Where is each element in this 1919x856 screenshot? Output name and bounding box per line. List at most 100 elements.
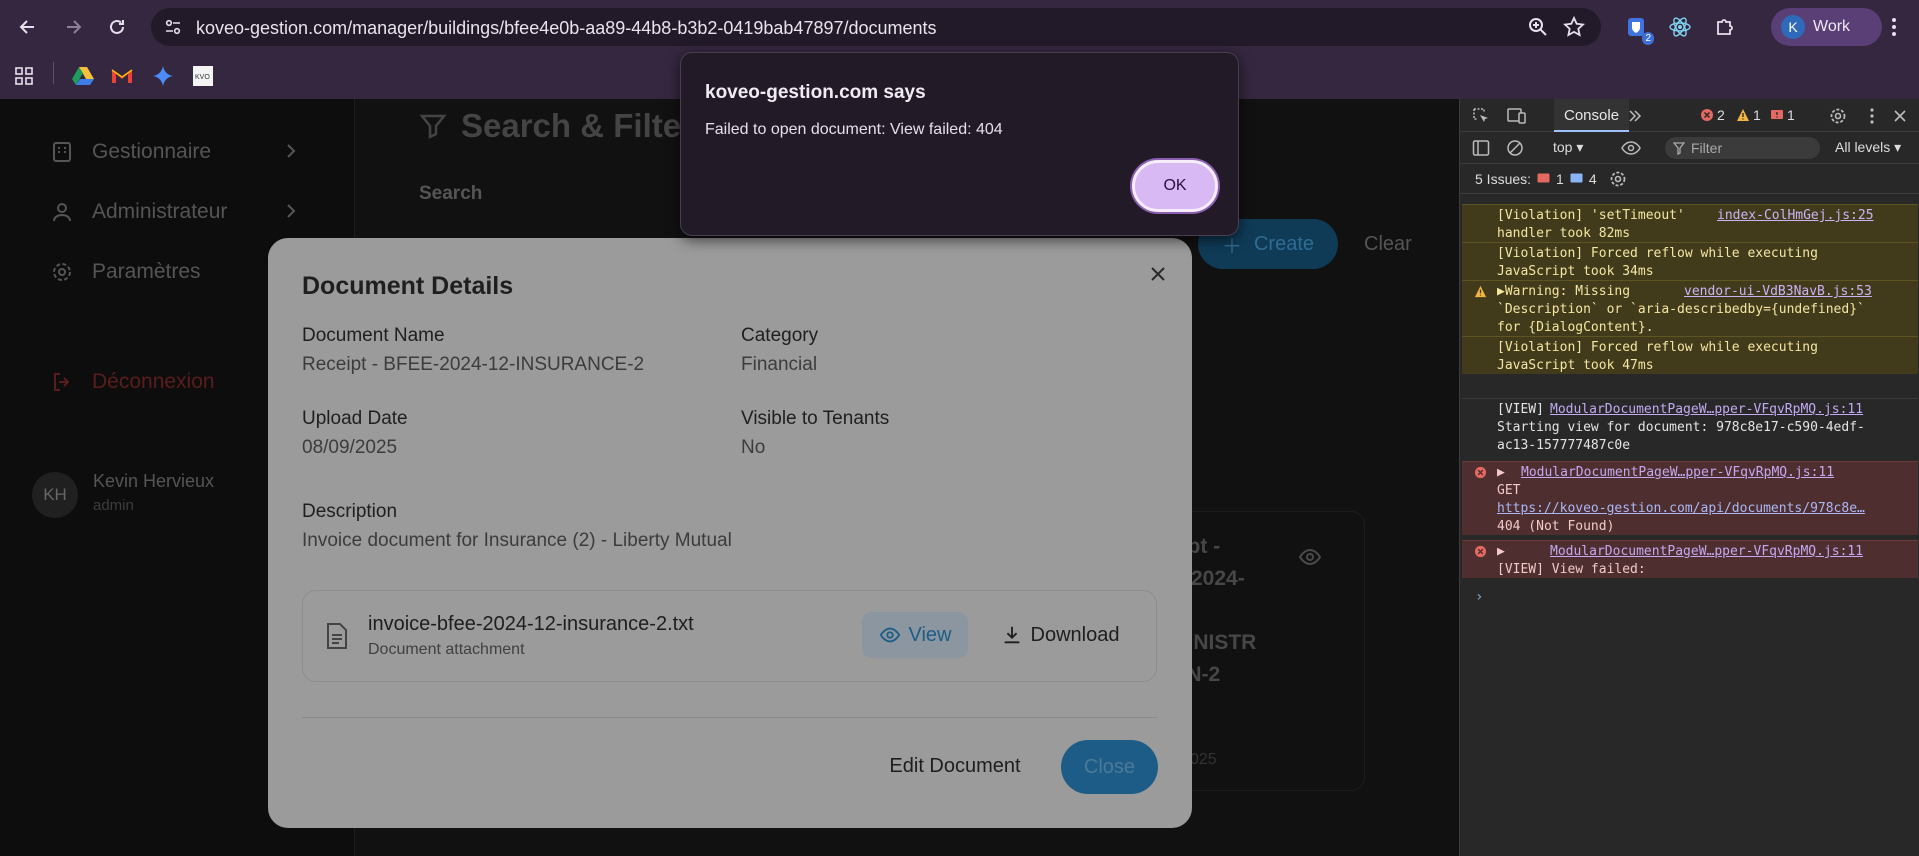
alert-title: koveo-gestion.com says <box>705 82 926 103</box>
koveo-bookmark-icon[interactable]: KVO <box>190 63 216 89</box>
issues-summary[interactable]: 5 Issues: 1 4 <box>1475 171 1597 187</box>
settings-gear-icon[interactable] <box>1827 105 1849 127</box>
edit-document-button[interactable]: Edit Document <box>880 740 1030 792</box>
issues-settings-gear-icon[interactable] <box>1607 168 1629 190</box>
sidebar-item-label: Administrateur <box>92 200 228 223</box>
close-button[interactable]: Close <box>1061 740 1158 794</box>
avatar[interactable]: KH <box>32 472 78 518</box>
issues-info-count: 4 <box>1588 171 1597 187</box>
user-role: admin <box>93 497 134 514</box>
logout-label: Déconnexion <box>92 370 215 393</box>
back-icon[interactable] <box>13 12 43 42</box>
console-prompt-icon[interactable]: › <box>1475 589 1483 605</box>
sidebar-item-administrateur[interactable]: Administrateur <box>50 197 296 227</box>
console-message[interactable]: [Violation] 'setTimeout' handler took 82… <box>1462 204 1918 242</box>
apps-grid-icon[interactable] <box>11 63 37 89</box>
zoom-icon[interactable] <box>1527 16 1549 43</box>
category-label: Category <box>741 325 819 346</box>
address-bar[interactable]: koveo-gestion.com/manager/buildings/bfee… <box>151 8 1601 46</box>
attachment-file-name: invoice-bfee-2024-12-insurance-2.txt <box>368 613 694 635</box>
download-label: Download <box>1030 623 1120 646</box>
context-selector[interactable]: top ▾ <box>1553 139 1583 156</box>
filter-icon <box>1673 142 1685 155</box>
issues-label: 5 Issues: <box>1475 171 1532 187</box>
eye-icon <box>879 627 900 643</box>
console-filter-input[interactable]: Filter <box>1665 137 1820 159</box>
ok-button[interactable]: OK <box>1132 160 1218 212</box>
site-info-icon[interactable] <box>161 15 185 39</box>
warning-icon <box>1474 285 1487 298</box>
document-name-label: Document Name <box>302 325 445 346</box>
error-count[interactable]: 2 <box>1700 107 1725 123</box>
inspect-element-icon[interactable] <box>1470 105 1492 127</box>
filter-placeholder: Filter <box>1691 140 1723 156</box>
log-source-link[interactable]: ModularDocumentPageW…pper-VFqvRpMQ.js:11 <box>1521 464 1834 482</box>
logout-button[interactable]: Déconnexion <box>50 367 215 397</box>
reload-icon[interactable] <box>102 12 132 42</box>
download-icon <box>1004 626 1019 644</box>
chevron-right-icon <box>287 144 296 158</box>
close-icon[interactable] <box>1146 262 1170 286</box>
log-text: [Violation] 'setTimeout' <box>1497 208 1685 223</box>
issues-bar: 5 Issues: 1 4 <box>1460 164 1919 194</box>
devtools-menu-icon[interactable] <box>1861 105 1883 127</box>
warning-count[interactable]: 1 <box>1736 107 1761 123</box>
sidebar-item-label: Gestionnaire <box>92 140 212 163</box>
issue-count[interactable]: 1 <box>1770 107 1795 123</box>
warning-count-text: 1 <box>1753 107 1761 123</box>
password-manager-extension-icon[interactable]: 2 <box>1622 13 1654 45</box>
browser-menu-icon[interactable] <box>1880 13 1908 41</box>
warning-icon <box>1737 109 1749 121</box>
download-button[interactable]: Download <box>992 612 1128 658</box>
console-message[interactable]: [Violation] Forced reflow while executin… <box>1462 242 1918 280</box>
console-message[interactable]: [VIEW] Starting view for document: 978c8… <box>1462 398 1918 454</box>
clear-console-icon[interactable] <box>1504 137 1526 159</box>
log-source-link[interactable]: ModularDocumentPageW…pper-VFqvRpMQ.js:11 <box>1550 543 1863 561</box>
sidebar-item-gestionnaire[interactable]: Gestionnaire <box>50 137 296 167</box>
description-label: Description <box>302 501 398 522</box>
context-value: top <box>1553 139 1573 155</box>
log-source-link[interactable]: ModularDocumentPageW…pper-VFqvRpMQ.js:11 <box>1550 401 1863 419</box>
tab-console[interactable]: Console <box>1554 99 1630 132</box>
view-button[interactable]: View <box>862 612 968 658</box>
create-label: Create <box>1253 232 1315 255</box>
console-message[interactable]: ▶ GET https://koveo-gestion.com/api/docu… <box>1462 461 1918 535</box>
error-icon <box>1474 545 1487 558</box>
request-url-link[interactable]: https://koveo-gestion.com/api/documents/… <box>1497 500 1912 518</box>
devtools-panel: Console 2 1 1 top ▾ Filter All levels ▾ … <box>1459 99 1919 856</box>
sidebar-toggle-icon[interactable] <box>1470 137 1492 159</box>
google-drive-icon[interactable] <box>70 63 96 89</box>
chevron-right-icon <box>287 204 296 218</box>
clear-button[interactable]: Clear <box>1364 233 1412 256</box>
page-title: Search & Filter <box>419 107 694 145</box>
issue-count-text: 1 <box>1787 107 1795 123</box>
close-devtools-icon[interactable] <box>1889 105 1911 127</box>
url-text[interactable]: koveo-gestion.com/manager/buildings/bfee… <box>196 18 937 39</box>
upload-date-value: 08/09/2025 <box>302 437 398 458</box>
error-icon <box>1701 109 1713 121</box>
gear-icon <box>53 263 71 281</box>
visible-to-tenants-label: Visible to Tenants <box>741 408 890 429</box>
console-message[interactable]: ▶Warning: Missing `Description` or `aria… <box>1462 280 1918 336</box>
console-message[interactable]: [Violation] Forced reflow while executin… <box>1462 336 1918 374</box>
sidebar-item-parametres[interactable]: Paramètres <box>50 257 201 287</box>
log-levels-dropdown[interactable]: All levels ▾ <box>1835 139 1901 156</box>
issue-info-icon <box>1570 173 1583 183</box>
profile-button[interactable]: K Work <box>1771 8 1882 46</box>
building-icon <box>53 142 71 162</box>
gmail-icon[interactable] <box>109 63 135 89</box>
upload-date-label: Upload Date <box>302 408 408 429</box>
log-source-link[interactable]: index-ColHmGej.js:25 <box>1717 207 1874 225</box>
live-expression-eye-icon[interactable] <box>1620 137 1642 159</box>
console-message[interactable]: ▶ [VIEW] View failed: ModularDocumentPag… <box>1462 540 1918 578</box>
gemini-icon[interactable] <box>150 63 176 89</box>
more-tabs-icon[interactable] <box>1624 105 1646 127</box>
extensions-puzzle-icon[interactable] <box>1711 13 1739 41</box>
log-source-link[interactable]: vendor-ui-VdB3NavB.js:53 <box>1684 283 1872 301</box>
react-devtools-icon[interactable] <box>1666 13 1694 41</box>
eye-icon[interactable] <box>1298 545 1322 574</box>
device-toggle-icon[interactable] <box>1506 105 1528 127</box>
forward-icon[interactable] <box>58 12 88 42</box>
bookmark-star-icon[interactable] <box>1562 15 1586 43</box>
visible-to-tenants-value: No <box>741 437 766 458</box>
